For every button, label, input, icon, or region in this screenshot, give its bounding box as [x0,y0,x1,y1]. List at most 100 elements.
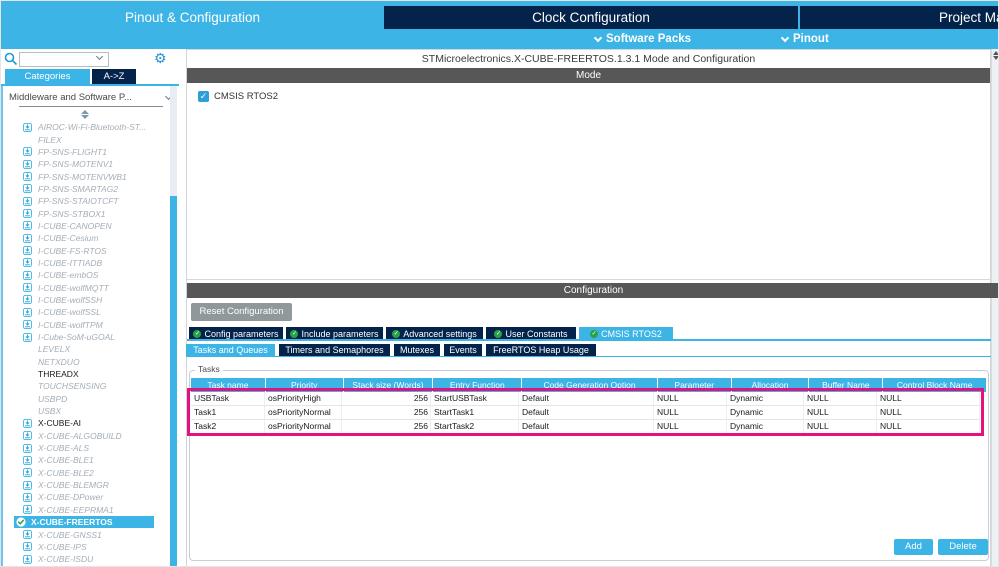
search-input[interactable] [19,52,109,67]
cell-code-generation-option[interactable]: Default [519,392,654,406]
sidebar-item-filex[interactable]: FILEX [1,133,169,145]
cell-task-name[interactable]: Task1 [191,406,265,420]
cell-priority[interactable]: osPriorityNormal [265,406,342,420]
delete-button[interactable]: Delete [938,539,988,555]
sidebar-item-usbpd[interactable]: USBPD [1,393,169,405]
column-header-parameter[interactable]: Parameter [657,378,731,392]
main-scrollbar-track[interactable] [991,49,998,566]
cmsis-rtos2-checkbox[interactable]: ✓ [198,91,209,102]
sidebar-item-touchsensing[interactable]: TOUCHSENSING [1,380,169,392]
sidebar-item-fp-sns-smartag2[interactable]: FP-SNS-SMARTAG2 [1,183,169,195]
cell-entry-function[interactable]: StartTask2 [431,420,519,434]
sidebar-item-x-cube-dpower[interactable]: X-CUBE-DPower [1,491,169,503]
pinout-menu[interactable]: Pinout [780,32,829,46]
panel-divider[interactable] [187,279,991,280]
cell-buffer-name[interactable]: NULL [804,406,877,420]
column-header-entry-function[interactable]: Entry Function [433,378,522,392]
tab-a-to-z[interactable]: A->Z [92,69,136,84]
cell-code-generation-option[interactable]: Default [519,406,654,420]
sort-icon[interactable] [81,110,90,120]
sidebar-item-i-cube-wolfssh[interactable]: I-CUBE-wolfSSH [1,294,169,306]
cell-stack-size-words[interactable]: 256 [342,406,431,420]
cell-allocation[interactable]: Dynamic [727,420,804,434]
sidebar-item-fp-sns-staiotcft[interactable]: FP-SNS-STAIOTCFT [1,195,169,207]
cell-buffer-name[interactable]: NULL [804,420,877,434]
tab-events[interactable]: Events [444,344,482,356]
cell-allocation[interactable]: Dynamic [727,392,804,406]
sidebar-item-x-cube-ips[interactable]: X-CUBE-IPS [1,541,169,553]
sidebar-item-x-cube-eeprma1[interactable]: X-CUBE-EEPRMA1 [1,504,169,516]
sidebar-item-i-cube-som-ugoal[interactable]: I-Cube-SoM-uGOAL [1,331,169,343]
cell-stack-size-words[interactable]: 256 [342,392,431,406]
cell-priority[interactable]: osPriorityHigh [265,392,342,406]
sidebar-item-i-cube-embos[interactable]: I-CUBE-embOS [1,269,169,281]
sidebar-item-x-cube-als[interactable]: X-CUBE-ALS [1,442,169,454]
cell-control-block-name[interactable]: NULL [877,392,980,406]
sidebar-item-fp-sns-motenv1[interactable]: FP-SNS-MOTENV1 [1,158,169,170]
column-header-code-generation-option[interactable]: Code Generation Option [522,378,657,392]
middleware-section-header[interactable]: Middleware and Software P... [9,91,173,104]
tab-mutexes[interactable]: Mutexes [394,344,440,356]
sidebar-item-x-cube-ble1[interactable]: X-CUBE-BLE1 [1,454,169,466]
cell-task-name[interactable]: USBTask [191,392,265,406]
sidebar-item-x-cube-ble2[interactable]: X-CUBE-BLE2 [1,467,169,479]
sidebar-scrollbar-thumb[interactable] [170,196,177,566]
sidebar-item-i-cube-cesium[interactable]: I-CUBE-Cesium [1,232,169,244]
column-header-task-name[interactable]: Task name [191,378,265,392]
sidebar-item-levelx[interactable]: LEVELX [1,343,169,355]
column-header-buffer-name[interactable]: Buffer Name [809,378,883,392]
cell-parameter[interactable]: NULL [654,420,727,434]
cell-task-name[interactable]: Task2 [191,420,265,434]
sidebar-item-x-cube-isdu[interactable]: X-CUBE-ISDU [1,553,169,565]
tab-tasks-and-queues[interactable]: Tasks and Queues [186,344,275,356]
tab-timers-and-semaphores[interactable]: Timers and Semaphores [279,344,390,356]
cell-stack-size-words[interactable]: 256 [342,420,431,434]
sidebar-item-i-cube-wolfmqtt[interactable]: I-CUBE-wolfMQTT [1,281,169,293]
add-button[interactable]: Add [894,539,933,555]
column-header-stack-size-words[interactable]: Stack size (Words) [343,378,433,392]
sidebar-item-x-cube-ai[interactable]: X-CUBE-AI [1,417,169,429]
software-packs-menu[interactable]: Software Packs [593,32,691,46]
cell-code-generation-option[interactable]: Default [519,420,654,434]
cell-control-block-name[interactable]: NULL [877,406,980,420]
sidebar-item-i-cube-wolftpm[interactable]: I-CUBE-wolfTPM [1,319,169,331]
table-row[interactable]: Task1 osPriorityNormal 256 StartTask1 Defaul… [191,406,987,420]
cell-parameter[interactable]: NULL [654,406,727,420]
cell-buffer-name[interactable]: NULL [804,392,877,406]
tab-project-manager[interactable]: Project Ma [800,6,998,29]
gear-icon[interactable]: ⚙ [154,50,167,66]
table-row[interactable]: USBTask osPriorityHigh 256 StartUSBTask Defa… [191,392,987,406]
tab-freertos-heap-usage[interactable]: FreeRTOS Heap Usage [486,344,596,356]
cell-control-block-name[interactable]: NULL [877,420,980,434]
sidebar-item-netxduo[interactable]: NETXDUO [1,356,169,368]
reset-configuration-button[interactable]: Reset Configuration [191,303,292,321]
sidebar-item-x-cube-blemgr[interactable]: X-CUBE-BLEMGR [1,479,169,491]
sidebar-item-x-cube-freertos[interactable]: X-CUBE-FREERTOS [14,516,154,529]
column-header-priority[interactable]: Priority [265,378,343,392]
sidebar-item-i-cube-wolfssl[interactable]: I-CUBE-wolfSSL [1,306,169,318]
tab-clock-configuration[interactable]: Clock Configuration [384,6,798,29]
column-header-control-block-name[interactable]: Control Block Name [883,378,987,392]
cell-parameter[interactable]: NULL [654,392,727,406]
tab-categories[interactable]: Categories [5,69,90,84]
sidebar-item-i-cube-fs-rtos[interactable]: I-CUBE-FS-RTOS [1,244,169,256]
sidebar-item-i-cube-canopen[interactable]: I-CUBE-CANOPEN [1,220,169,232]
scroll-up-icon[interactable] [993,51,998,55]
scroll-down-icon[interactable] [993,56,998,60]
sidebar-item-usbx[interactable]: USBX [1,405,169,417]
cell-entry-function[interactable]: StartTask1 [431,406,519,420]
sidebar-item-threadx[interactable]: THREADX [1,368,169,380]
sidebar-item-fp-sns-motenvwb1[interactable]: FP-SNS-MOTENVWB1 [1,170,169,182]
tab-pinout-configuration[interactable]: Pinout & Configuration [1,6,384,29]
sidebar-item-x-cube-gnss1[interactable]: X-CUBE-GNSS1 [1,528,169,540]
cell-allocation[interactable]: Dynamic [727,406,804,420]
sidebar-item-airoc-wi-fi-bluetooth-st[interactable]: AIROC-Wi-Fi-Bluetooth-ST... [1,121,169,133]
column-header-allocation[interactable]: Allocation [731,378,809,392]
table-row[interactable]: Task2 osPriorityNormal 256 StartTask2 Defaul… [191,420,987,434]
sidebar-item-i-cube-ittiadb[interactable]: I-CUBE-ITTIADB [1,257,169,269]
cell-priority[interactable]: osPriorityNormal [265,420,342,434]
cell-entry-function[interactable]: StartUSBTask [431,392,519,406]
sidebar-item-fp-sns-flight1[interactable]: FP-SNS-FLIGHT1 [1,146,169,158]
sidebar-item-fp-sns-stbox1[interactable]: FP-SNS-STBOX1 [1,207,169,219]
sidebar-item-x-cube-algobuild[interactable]: X-CUBE-ALGOBUILD [1,430,169,442]
